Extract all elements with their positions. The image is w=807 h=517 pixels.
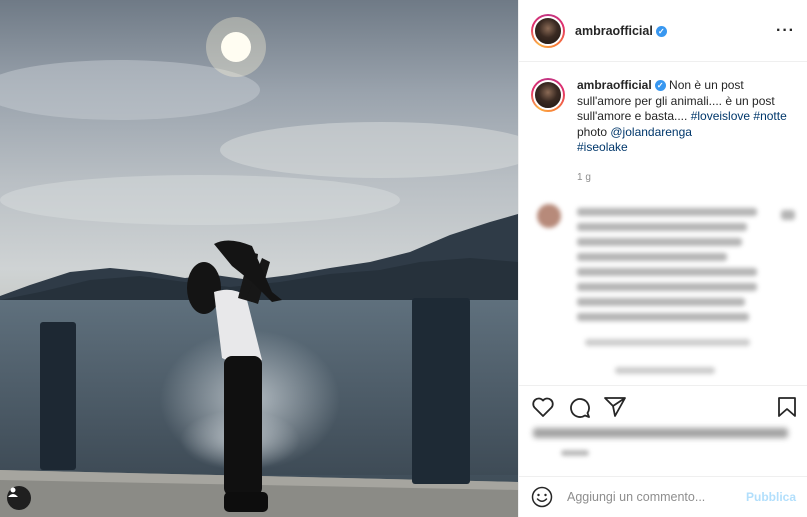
verified-badge-icon: ✓ bbox=[655, 25, 667, 37]
post-photo[interactable] bbox=[0, 0, 518, 517]
post-actions bbox=[519, 385, 807, 475]
comment-input[interactable] bbox=[567, 490, 732, 504]
user-icon bbox=[8, 487, 18, 497]
verified-badge-icon: ✓ bbox=[654, 80, 666, 91]
caption-username-link[interactable]: ambraofficial bbox=[577, 78, 652, 92]
blurred-text-line bbox=[577, 223, 747, 231]
post-header: ambraofficial ✓ ··· bbox=[519, 0, 807, 62]
post-side-panel: ambraofficial ✓ ··· ambraofficial ✓ Non è … bbox=[518, 0, 807, 517]
blurred-text-line bbox=[577, 298, 745, 306]
blurred-text-line bbox=[577, 268, 757, 276]
blurred-text-line bbox=[577, 253, 727, 261]
caption-body-2: photo bbox=[577, 124, 611, 139]
mention-jolandarenga[interactable]: @jolandarenga bbox=[610, 125, 692, 139]
blurred-text-line bbox=[577, 208, 757, 216]
blurred-date bbox=[561, 450, 589, 456]
caption-username: ambraofficial bbox=[577, 78, 652, 92]
blurred-text-line bbox=[577, 283, 757, 291]
add-comment-bar: Pubblica bbox=[519, 476, 807, 517]
username-text: ambraofficial bbox=[575, 23, 653, 38]
blurred-likes bbox=[533, 428, 788, 438]
blurred-replies-line bbox=[615, 367, 715, 374]
caption-text: ambraofficial ✓ Non è un post sull'amore … bbox=[577, 78, 792, 156]
avatar-image bbox=[533, 80, 563, 110]
share-icon[interactable] bbox=[603, 396, 627, 418]
more-options-icon[interactable]: ··· bbox=[776, 22, 795, 40]
comment-icon[interactable] bbox=[567, 396, 591, 418]
caption: ambraofficial ✓ Non è un post sull'amore … bbox=[531, 78, 801, 156]
caption-avatar[interactable] bbox=[531, 78, 565, 112]
blurred-text-line bbox=[577, 313, 749, 321]
blurred-like-icon bbox=[781, 210, 795, 220]
hashtag-iseolake[interactable]: #iseolake bbox=[577, 140, 628, 154]
hashtag-loveislove[interactable]: #loveislove bbox=[691, 109, 750, 123]
blurred-text-line bbox=[577, 238, 742, 246]
avatar[interactable] bbox=[531, 13, 565, 48]
publish-button[interactable]: Pubblica bbox=[746, 490, 796, 504]
bookmark-icon[interactable] bbox=[777, 396, 797, 418]
heart-icon[interactable] bbox=[531, 396, 555, 418]
username-link[interactable]: ambraofficial ✓ bbox=[575, 24, 667, 38]
hashtag-notte[interactable]: #notte bbox=[753, 109, 786, 123]
blurred-meta-line bbox=[585, 339, 750, 346]
comment-avatar bbox=[537, 204, 561, 228]
post-time[interactable]: 1 g bbox=[577, 172, 591, 183]
photo-scene bbox=[0, 17, 518, 517]
tagged-users-button[interactable] bbox=[7, 486, 31, 510]
emoji-icon[interactable] bbox=[531, 486, 553, 508]
avatar-image bbox=[533, 15, 563, 46]
